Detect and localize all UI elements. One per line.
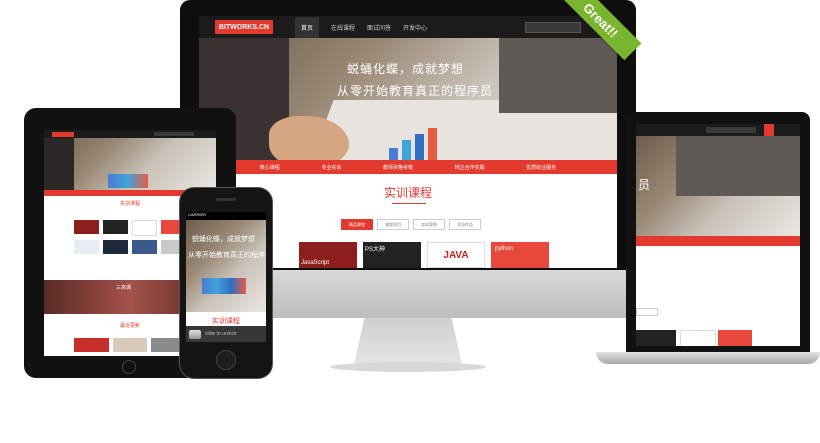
thumb-ps[interactable]: PS大神 [363, 242, 421, 268]
imac-logo-text: BITWORKS.CN [218, 23, 270, 31]
thumb-javascript[interactable]: JavaScript [299, 242, 357, 268]
thumb-label: PS大神 [365, 247, 386, 253]
tablet-bottom-thumb[interactable] [112, 338, 148, 352]
tablet-thumb[interactable] [103, 220, 128, 234]
imac-logo[interactable]: BITWORKS.CN [215, 20, 273, 34]
phone-lockbar: slide to unlock [186, 326, 266, 342]
hero-chart-bar [428, 128, 437, 164]
imac-foot [330, 362, 486, 372]
tab-featured[interactable]: 精品课程 [341, 219, 373, 230]
tablet-bottom-row [74, 338, 187, 352]
laptop-nav-btn[interactable] [764, 124, 774, 136]
tab-projects[interactable]: 课程项目 [377, 219, 409, 230]
hero-line2: 从零开始教育真正的程序员 [337, 84, 494, 98]
tablet-banner-text: 三高课 [116, 285, 132, 291]
tablet-search[interactable] [154, 132, 194, 136]
tablet-thumb[interactable] [74, 240, 99, 254]
thumb-label: JAVA [443, 249, 469, 261]
imac-stand [353, 318, 463, 366]
phone-slide-text: slide to unlock [205, 331, 237, 337]
thumb-java[interactable]: JAVA [427, 242, 485, 268]
laptop-hero-text: 员 [638, 178, 651, 192]
redbar-item[interactable]: 专业实训 [321, 164, 341, 171]
phone-hero: 蜕蛹化蝶，成就梦想 从零开始教育真正的程序员 [186, 220, 266, 312]
laptop-base [596, 352, 820, 364]
tablet-hero-suit [44, 138, 74, 190]
imac-section-underline [392, 203, 426, 204]
imac-nav: 首页 在线课程 面试问答 开发中心 [295, 16, 427, 38]
tablet-chart [108, 174, 148, 188]
thumb-python[interactable]: python [491, 242, 549, 268]
laptop-screen: 员 [636, 124, 800, 346]
tab-works[interactable]: 学员作品 [449, 219, 481, 230]
redbar-item[interactable]: 优质就业服务 [526, 164, 556, 171]
tablet-topbar [44, 130, 216, 138]
redbar-item[interactable]: 校企合作实践 [455, 164, 485, 171]
laptop-search[interactable] [706, 127, 756, 133]
imac-search[interactable] [525, 22, 581, 33]
tablet-logo[interactable] [52, 131, 74, 137]
tablet-home-button[interactable] [122, 360, 136, 374]
redbar-item[interactable]: 教师资格考核 [383, 164, 413, 171]
phone-section-title: 实训课程 [212, 318, 240, 325]
laptop-redbar [636, 236, 800, 246]
phone-hero-chart [202, 278, 246, 294]
phone-carrier: CARRIER [188, 212, 207, 217]
hero-chart [389, 124, 459, 164]
phone-screen: CARRIER 蜕蛹化蝶，成就梦想 从零开始教育真正的程序员 实训课程 slid… [186, 212, 266, 342]
phone-home-button[interactable] [216, 350, 236, 370]
phone-speaker [216, 198, 236, 201]
imac-redbar: 核心课程 专业实训 教师资格考核 校企合作实践 优质就业服务 [199, 160, 617, 174]
nav-home[interactable]: 首页 [295, 16, 320, 38]
laptop-topbar [636, 124, 800, 136]
thumb-label: python [495, 246, 514, 252]
tablet-thumb-grid [74, 220, 186, 254]
phone-hero-line1: 蜕蛹化蝶，成就梦想 [192, 236, 255, 243]
phone: CARRIER 蜕蛹化蝶，成就梦想 从零开始教育真正的程序员 实训课程 slid… [180, 188, 272, 378]
laptop-hero-suit [676, 136, 800, 196]
laptop: 员 [596, 112, 820, 372]
hero-suit-right [499, 38, 617, 113]
nav-qa[interactable]: 面试问答 [367, 17, 391, 38]
phone-hero-line2: 从零开始教育真正的程序员 [188, 252, 266, 259]
imac-hero: 蜕蛹化蝶，成就梦想 从零开始教育真正的程序员 [199, 38, 617, 168]
phone-statusbar: CARRIER [186, 212, 266, 220]
imac-topbar: BITWORKS.CN 首页 在线课程 面试问答 开发中心 [199, 16, 617, 38]
tablet-hero [44, 138, 216, 190]
nav-dev[interactable]: 开发中心 [403, 17, 427, 38]
nav-courses[interactable]: 在线课程 [331, 17, 355, 38]
laptop-thumb-java[interactable] [680, 330, 716, 346]
tablet-thumb[interactable] [132, 240, 157, 254]
hero-line1: 蜕蛹化蝶，成就梦想 [347, 62, 465, 76]
tab-cases[interactable]: 实训案例 [413, 219, 445, 230]
tablet-thumb[interactable] [74, 220, 99, 234]
phone-slider-knob[interactable] [189, 329, 201, 339]
laptop-thumb-python[interactable] [718, 330, 752, 346]
redbar-item[interactable]: 核心课程 [260, 164, 280, 171]
laptop-tab[interactable] [636, 308, 658, 316]
laptop-thumb-ps[interactable] [636, 330, 676, 346]
imac-tabs: 精品课程 课程项目 实训案例 学员作品 [341, 219, 481, 230]
tablet-thumb[interactable] [103, 240, 128, 254]
tablet-thumb[interactable] [132, 220, 157, 236]
tablet-bottom-thumb[interactable] [74, 338, 109, 352]
laptop-hero: 员 [636, 136, 800, 236]
thumb-label: JavaScript [301, 260, 330, 266]
